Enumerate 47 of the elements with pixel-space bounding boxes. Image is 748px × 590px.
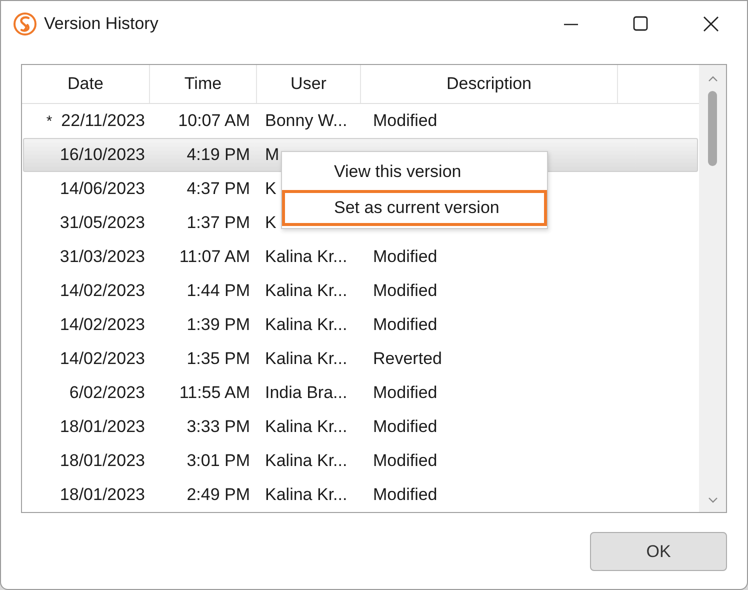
table-cell: Modified: [373, 315, 438, 335]
table-cell: 16/10/2023: [60, 145, 145, 165]
table-cell: 1:44 PM: [186, 281, 250, 301]
table-cell: Modified: [373, 281, 438, 301]
table-cell: 31/03/2023: [60, 247, 145, 267]
table-cell: 18/01/2023: [60, 417, 145, 437]
table-cell: Kalina Kr...: [265, 451, 348, 471]
table-cell: Reverted: [373, 349, 442, 369]
table-cell: 3:33 PM: [186, 417, 250, 437]
table-cell: Modified: [373, 247, 438, 267]
window-title: Version History: [44, 14, 158, 34]
table-cell: 18/01/2023: [60, 485, 145, 505]
table-cell: Kalina Kr...: [265, 315, 348, 335]
table-cell: 14/02/2023: [60, 315, 145, 335]
table-cell: 11:55 AM: [179, 383, 250, 403]
table-cell: Modified: [373, 451, 438, 471]
table-cell: Kalina Kr...: [265, 349, 348, 369]
table-cell: K: [265, 179, 276, 199]
table-cell: 14/02/2023: [60, 349, 145, 369]
table-cell: Kalina Kr...: [265, 281, 348, 301]
table-cell: 14/02/2023: [60, 281, 145, 301]
table-cell: 22/11/2023: [61, 111, 145, 131]
table-cell: 2:49 PM: [186, 485, 250, 505]
table-cell: K: [265, 213, 276, 233]
table-cell: 31/05/2023: [60, 213, 145, 233]
table-cell: India Bra...: [265, 383, 348, 403]
table-cell: Modified: [373, 111, 438, 131]
table-cell: M: [265, 145, 280, 165]
current-marker: *: [46, 112, 52, 130]
table-cell: 10:07 AM: [178, 111, 250, 131]
table-cell: 14/06/2023: [60, 179, 145, 199]
table-cell: Modified: [373, 383, 438, 403]
table-cell: Kalina Kr...: [265, 485, 348, 505]
table-cell: Modified: [373, 485, 438, 505]
table-cell: 4:37 PM: [186, 179, 250, 199]
table-cell: Modified: [373, 417, 438, 437]
table-cell: Bonny W...: [265, 111, 348, 131]
table-cell: 1:37 PM: [186, 213, 250, 233]
table-cell: 11:07 AM: [179, 247, 250, 267]
table-cell: 4:19 PM: [186, 145, 250, 165]
table-cell: 1:35 PM: [186, 349, 250, 369]
table-cell: 6/02/2023: [69, 383, 145, 403]
table-cell: 3:01 PM: [186, 451, 250, 471]
table-cell: 18/01/2023: [60, 451, 145, 471]
table-cell: Kalina Kr...: [265, 417, 348, 437]
table-cell: Kalina Kr...: [265, 247, 348, 267]
table-cell: 1:39 PM: [186, 315, 250, 335]
